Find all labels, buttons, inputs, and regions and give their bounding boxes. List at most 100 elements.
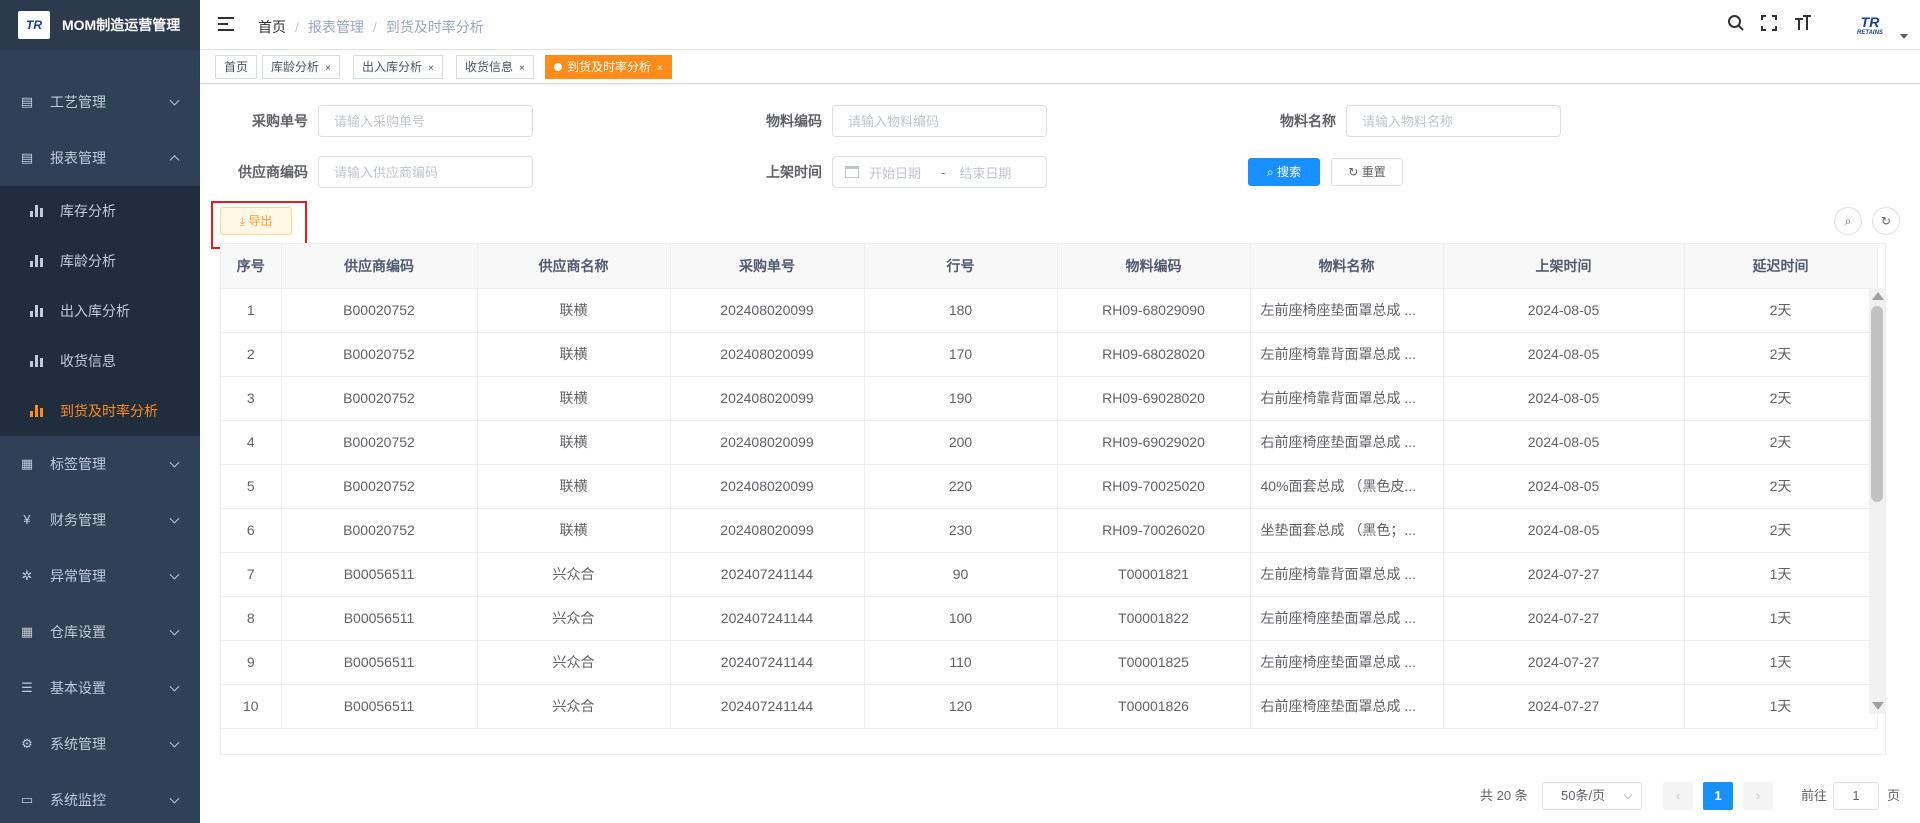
table-cell: 左前座椅座垫面罩总成 ... <box>1250 596 1444 641</box>
table-row[interactable]: 5 B00020752 联横 202408020099 220 RH09-70025020… <box>221 464 1878 509</box>
top-navbar: 首页 / 报表管理 / 到货及时率分析 TR RETAINS <box>200 0 1920 50</box>
column-header: 供应商编码 <box>281 244 478 289</box>
page-size-select[interactable]: 50条/页 <box>1542 782 1642 810</box>
tag-in-out-analysis[interactable]: 出入库分析 × <box>353 55 443 79</box>
table-cell: RH09-70026020 <box>1057 508 1251 553</box>
tag-home[interactable]: 首页 <box>215 55 258 79</box>
search-icon[interactable] <box>1725 14 1747 36</box>
date-range-separator: - <box>941 164 946 180</box>
tag-label: 收货信息 <box>465 60 514 74</box>
export-button[interactable]: ⤓ 导出 <box>220 207 292 235</box>
table-cell: 兴众合 <box>477 640 671 685</box>
sidebar-item-inventory-analysis[interactable]: 库存分析 <box>0 186 200 236</box>
table-row[interactable]: 10 B00056511 兴众合 202407241144 120 T00001826 右前… <box>221 684 1878 729</box>
table-row[interactable]: 4 B00020752 联横 202408020099 200 RH09-69029020… <box>221 420 1878 465</box>
table-cell: B00056511 <box>281 596 478 641</box>
table-row[interactable]: 2 B00020752 联横 202408020099 170 RH09-68028020… <box>221 332 1878 377</box>
scroll-down-arrow-icon[interactable] <box>1872 702 1884 710</box>
next-page-button[interactable]: › <box>1743 782 1773 810</box>
close-icon[interactable]: × <box>325 63 331 74</box>
sidebar-item-reports[interactable]: ▤ 报表管理 <box>0 130 200 186</box>
start-date-placeholder[interactable]: 开始日期 <box>869 163 941 182</box>
refresh-button[interactable]: ↻ <box>1872 207 1900 235</box>
toggle-search-button[interactable]: ⌕ <box>1834 207 1862 235</box>
sidebar-item-process[interactable]: ▤ 工艺管理 <box>0 74 200 130</box>
page-size-value: 50条/页 <box>1561 788 1606 803</box>
material-name-label: 物料名称 <box>1280 113 1336 129</box>
caret-down-icon[interactable] <box>1900 34 1908 39</box>
purchase-no-input[interactable] <box>318 105 533 137</box>
table-row[interactable]: 1 B00020752 联横 202408020099 180 RH09-68029090… <box>221 288 1878 333</box>
table-cell: 联横 <box>477 508 671 553</box>
page-unit-label: 页 <box>1887 788 1901 803</box>
reset-button[interactable]: ↻ 重置 <box>1331 158 1403 186</box>
sidebar-item-system-monitor[interactable]: ▭ 系统监控 <box>0 772 200 823</box>
tag-receiving-info[interactable]: 收货信息 × <box>456 55 534 79</box>
page-number-current[interactable]: 1 <box>1703 782 1733 810</box>
goto-page-input[interactable]: 1 <box>1833 782 1879 810</box>
table-cell: T00001825 <box>1057 640 1251 685</box>
sidebar-item-receiving-info[interactable]: 收货信息 <box>0 336 200 386</box>
table-cell: B00020752 <box>281 464 478 509</box>
sidebar-item-exceptions[interactable]: ✲ 异常管理 <box>0 548 200 604</box>
search-button-label: 搜索 <box>1277 165 1302 179</box>
breadcrumb-reports[interactable]: 报表管理 <box>308 17 364 37</box>
sidebar-item-labels[interactable]: ▦ 标签管理 <box>0 436 200 492</box>
column-header: 采购单号 <box>670 244 865 289</box>
table-cell: 2 <box>221 332 282 377</box>
font-size-icon[interactable] <box>1792 14 1814 36</box>
tag-aging-analysis[interactable]: 库龄分析 × <box>262 55 340 79</box>
table-cell: 170 <box>864 332 1058 377</box>
table-cell: T00001826 <box>1057 684 1251 729</box>
table-cell: 120 <box>864 684 1058 729</box>
table-cell: 兴众合 <box>477 552 671 597</box>
chevron-down-icon <box>169 793 180 804</box>
table-row[interactable]: 6 B00020752 联横 202408020099 230 RH09-70026020… <box>221 508 1878 553</box>
breadcrumb-home[interactable]: 首页 <box>258 17 286 37</box>
chevron-up-icon <box>169 155 180 166</box>
table-scrollbar[interactable] <box>1869 288 1885 714</box>
table-cell: B00056511 <box>281 684 478 729</box>
tag-arrival-timeliness[interactable]: 到货及时率分析 × <box>545 55 672 79</box>
close-icon[interactable]: × <box>428 63 434 74</box>
avatar[interactable]: TR RETAINS <box>1850 14 1890 38</box>
shelf-time-date-range[interactable]: 开始日期 - 结束日期 <box>832 156 1047 188</box>
column-header: 行号 <box>864 244 1058 289</box>
table-row[interactable]: 3 B00020752 联横 202408020099 190 RH09-69028020… <box>221 376 1878 421</box>
table-row[interactable]: 9 B00056511 兴众合 202407241144 110 T00001825 左前座… <box>221 640 1878 685</box>
sidebar-item-arrival-timeliness[interactable]: 到货及时率分析 <box>0 386 200 436</box>
table-cell: 2024-07-27 <box>1443 596 1685 641</box>
table-cell: 1天 <box>1684 596 1878 641</box>
material-code-label: 物料编码 <box>766 113 822 129</box>
table-cell: 202408020099 <box>670 332 865 377</box>
table-cell: 1天 <box>1684 684 1878 729</box>
table-cell: 联横 <box>477 332 671 377</box>
table-cell: 202407241144 <box>670 684 865 729</box>
table-cell: 左前座椅靠背面罩总成 ... <box>1250 552 1444 597</box>
search-button[interactable]: ⌕ 搜索 <box>1248 158 1320 186</box>
scrollbar-thumb[interactable] <box>1871 306 1883 502</box>
table-cell: 2天 <box>1684 420 1878 465</box>
breadcrumb: 首页 / 报表管理 / 到货及时率分析 <box>258 17 484 37</box>
sidebar-item-in-out-analysis[interactable]: 出入库分析 <box>0 286 200 336</box>
tag-icon: ▦ <box>20 456 34 471</box>
sidebar-item-warehouse[interactable]: ▦ 仓库设置 <box>0 604 200 660</box>
sidebar-item-aging-analysis[interactable]: 库龄分析 <box>0 236 200 286</box>
sidebar-item-basic-settings[interactable]: ☰ 基本设置 <box>0 660 200 716</box>
scroll-up-arrow-icon[interactable] <box>1872 292 1884 300</box>
pagination-total: 共 20 条 <box>1480 788 1528 803</box>
table-row[interactable]: 7 B00056511 兴众合 202407241144 90 T00001821 左前座椅… <box>221 552 1878 597</box>
prev-page-button[interactable]: ‹ <box>1663 782 1693 810</box>
table-row[interactable]: 8 B00056511 兴众合 202407241144 100 T00001822 左前座… <box>221 596 1878 641</box>
supplier-code-input[interactable] <box>318 156 533 188</box>
sidebar-item-system-admin[interactable]: ⚙ 系统管理 <box>0 716 200 772</box>
fullscreen-icon[interactable] <box>1758 14 1780 36</box>
material-name-input[interactable] <box>1346 105 1561 137</box>
close-icon[interactable]: × <box>519 63 525 74</box>
sidebar-item-finance[interactable]: ¥ 财务管理 <box>0 492 200 548</box>
table-cell: 9 <box>221 640 282 685</box>
end-date-placeholder[interactable]: 结束日期 <box>959 163 1011 182</box>
close-icon[interactable]: × <box>657 63 663 74</box>
material-code-input[interactable] <box>832 105 1047 137</box>
hamburger-menu-icon[interactable] <box>218 17 234 31</box>
